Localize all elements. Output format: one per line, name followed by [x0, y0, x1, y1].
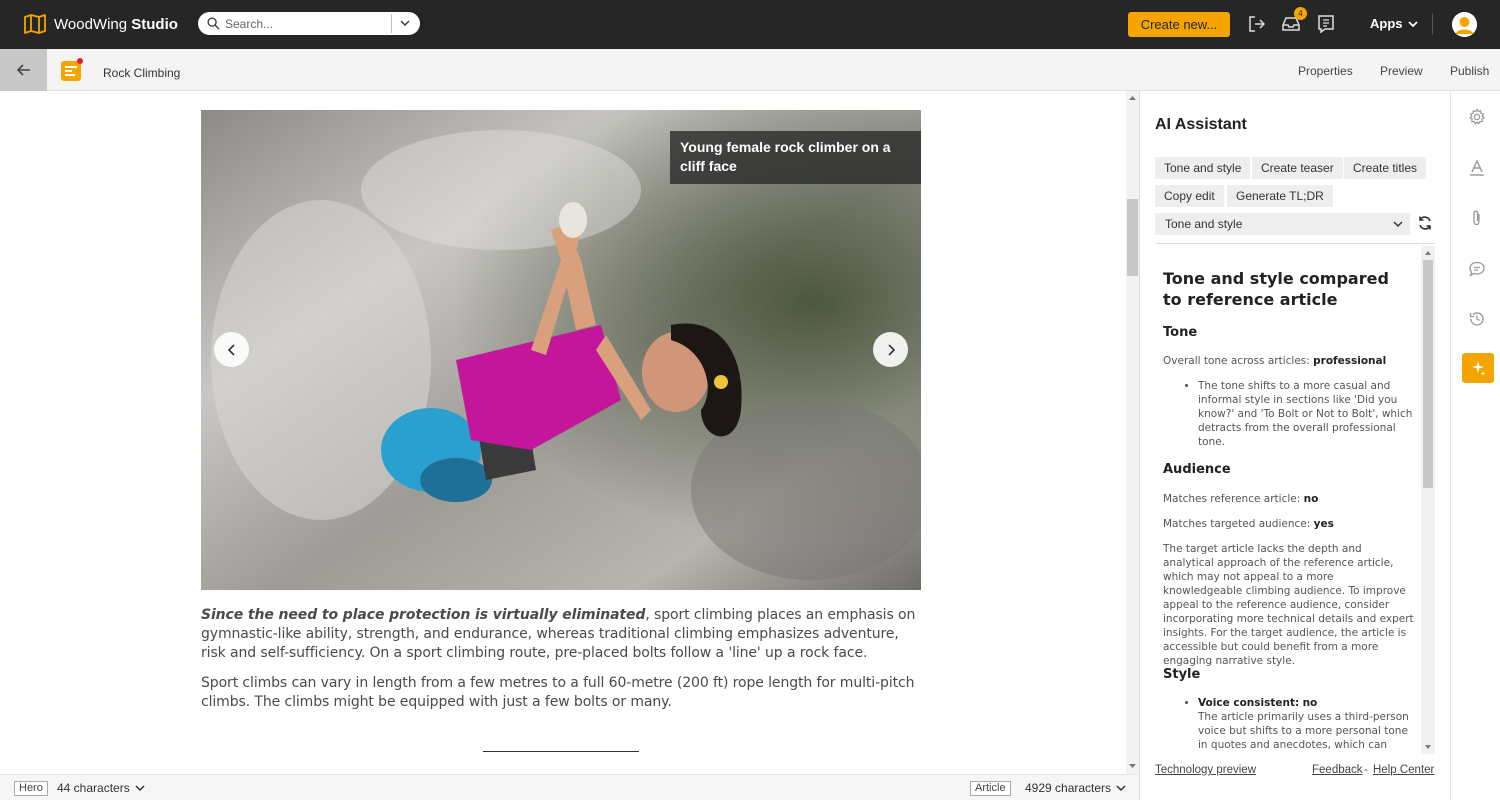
- inbox-count-badge: 4: [1294, 7, 1307, 20]
- publish-link[interactable]: Publish: [1450, 64, 1489, 78]
- feedback-link[interactable]: Feedback: [1312, 764, 1363, 776]
- hero-count-label: 44 characters: [57, 781, 130, 795]
- user-avatar[interactable]: [1452, 12, 1477, 37]
- chevron-down-icon: [1116, 785, 1126, 792]
- assistant-result: Tone and style compared to reference art…: [1155, 246, 1421, 754]
- tone-list: The tone shifts to a more casual and inf…: [1198, 379, 1416, 449]
- tone-bullet: The tone shifts to a more casual and inf…: [1198, 379, 1416, 449]
- article-character-count[interactable]: 4929 characters: [1025, 781, 1127, 795]
- settings-rail-button[interactable]: [1466, 106, 1488, 128]
- chevron-down-icon: [135, 785, 145, 792]
- scroll-up-icon[interactable]: [1128, 94, 1137, 103]
- scroll-down-icon[interactable]: [1128, 761, 1137, 770]
- editor-scroll-thumb[interactable]: [1127, 199, 1138, 276]
- image-caption[interactable]: Young female rock climber on a cliff fac…: [670, 131, 921, 184]
- top-separator: [1432, 13, 1433, 35]
- editor-scrollbar[interactable]: [1126, 91, 1139, 774]
- arrow-left-icon: [16, 64, 30, 76]
- user-icon: [1452, 12, 1477, 37]
- scroll-down-icon[interactable]: [1424, 743, 1432, 751]
- attachments-rail-button[interactable]: [1466, 207, 1488, 229]
- tone-heading: Tone: [1163, 325, 1198, 340]
- article-type-icon: [61, 58, 83, 81]
- refresh-icon[interactable]: [1417, 215, 1433, 231]
- copy-edit-chip[interactable]: Copy edit: [1155, 185, 1224, 207]
- comments-rail-button[interactable]: [1466, 258, 1488, 280]
- document-bar: Rock Climbing Properties Preview Publish: [0, 49, 1500, 91]
- style-heading: Style: [1163, 667, 1201, 682]
- result-heading: Tone and style compared to reference art…: [1163, 269, 1389, 309]
- sign-out-icon[interactable]: [1247, 14, 1267, 34]
- tone-summary: Overall tone across articles: profession…: [1163, 355, 1387, 367]
- text-style-rail-button[interactable]: [1466, 157, 1488, 179]
- ai-assistant-rail-button[interactable]: [1462, 353, 1494, 383]
- previous-image-button[interactable]: [214, 332, 249, 367]
- component-tag-hero: Hero: [14, 781, 48, 796]
- text-style-icon: [1470, 159, 1484, 176]
- component-tag-article: Article: [970, 781, 1011, 796]
- ai-sparkle-icon: [1472, 361, 1486, 376]
- create-new-button[interactable]: Create new...: [1128, 12, 1230, 37]
- notes-icon[interactable]: [1316, 14, 1336, 34]
- audience-reference-match: Matches reference article: no: [1163, 493, 1319, 505]
- back-button[interactable]: [0, 49, 47, 91]
- editor-status-bar: Hero 44 characters Article 4929 characte…: [0, 774, 1139, 800]
- apps-label: Apps: [1370, 16, 1403, 31]
- audience-heading: Audience: [1163, 462, 1231, 477]
- settings-icon: [1469, 108, 1485, 125]
- properties-link[interactable]: Properties: [1298, 64, 1353, 78]
- action-select[interactable]: Tone and style: [1155, 213, 1410, 235]
- footer-separator: -: [1364, 764, 1368, 776]
- help-center-link[interactable]: Help Center: [1373, 764, 1434, 776]
- create-teaser-chip[interactable]: Create teaser: [1252, 157, 1343, 179]
- rail-divider: [1450, 91, 1451, 800]
- panel-rule: [1155, 243, 1435, 244]
- chevron-right-icon: [887, 343, 895, 356]
- article-editor[interactable]: Young female rock climber on a cliff fac…: [0, 91, 1126, 774]
- create-titles-chip[interactable]: Create titles: [1344, 157, 1427, 179]
- chevron-left-icon: [227, 343, 235, 356]
- document-title: Rock Climbing: [103, 66, 181, 80]
- logo-map-icon: [24, 14, 46, 34]
- article-count-label: 4929 characters: [1025, 781, 1112, 795]
- action-select-value: Tone and style: [1165, 217, 1243, 231]
- hero-character-count[interactable]: 44 characters: [57, 781, 146, 795]
- tone-and-style-chip[interactable]: Tone and style: [1155, 157, 1251, 179]
- hero-image[interactable]: Young female rock climber on a cliff fac…: [201, 110, 921, 590]
- chevron-down-icon[interactable]: [398, 16, 412, 30]
- comments-icon: [1469, 261, 1485, 277]
- result-scroll-thumb[interactable]: [1423, 260, 1433, 488]
- panel-title: AI Assistant: [1155, 116, 1247, 133]
- history-rail-button[interactable]: [1466, 308, 1488, 330]
- paragraph-emphasis: Since the need to place protection is vi…: [201, 607, 646, 623]
- editor-divider: [483, 751, 639, 752]
- audience-target-match: Matches targeted audience: yes: [1163, 518, 1334, 530]
- next-image-button[interactable]: [873, 332, 908, 367]
- article-paragraph-1[interactable]: Since the need to place protection is vi…: [201, 606, 921, 663]
- attachment-icon: [1473, 210, 1480, 226]
- style-list: Voice consistent: noThe article primaril…: [1198, 696, 1416, 752]
- app-logo[interactable]: WoodWing Studio: [24, 14, 178, 34]
- chevron-down-icon: [1407, 20, 1418, 27]
- search-icon: [207, 17, 220, 30]
- generate-tldr-chip[interactable]: Generate TL;DR: [1227, 185, 1333, 207]
- chevron-down-icon: [1393, 221, 1403, 228]
- app-name: WoodWing Studio: [54, 15, 178, 33]
- apps-menu[interactable]: Apps: [1370, 16, 1419, 31]
- ai-assistant-panel: AI Assistant Tone and style Create tease…: [1140, 91, 1450, 800]
- audience-analysis: The target article lacks the depth and a…: [1163, 543, 1414, 667]
- top-bar: WoodWing Studio Create new... 4 Apps: [0, 0, 1500, 49]
- scroll-up-icon[interactable]: [1424, 249, 1432, 257]
- search-divider: [391, 14, 392, 33]
- preview-link[interactable]: Preview: [1380, 64, 1423, 78]
- result-scrollbar[interactable]: [1421, 246, 1435, 754]
- article-paragraph-2[interactable]: Sport climbs can vary in length from a f…: [201, 674, 921, 712]
- search-input[interactable]: [225, 16, 385, 31]
- search-box[interactable]: [198, 12, 420, 35]
- technology-preview-link[interactable]: Technology preview: [1155, 764, 1256, 776]
- history-icon: [1469, 312, 1484, 326]
- style-bullet: Voice consistent: noThe article primaril…: [1198, 696, 1416, 752]
